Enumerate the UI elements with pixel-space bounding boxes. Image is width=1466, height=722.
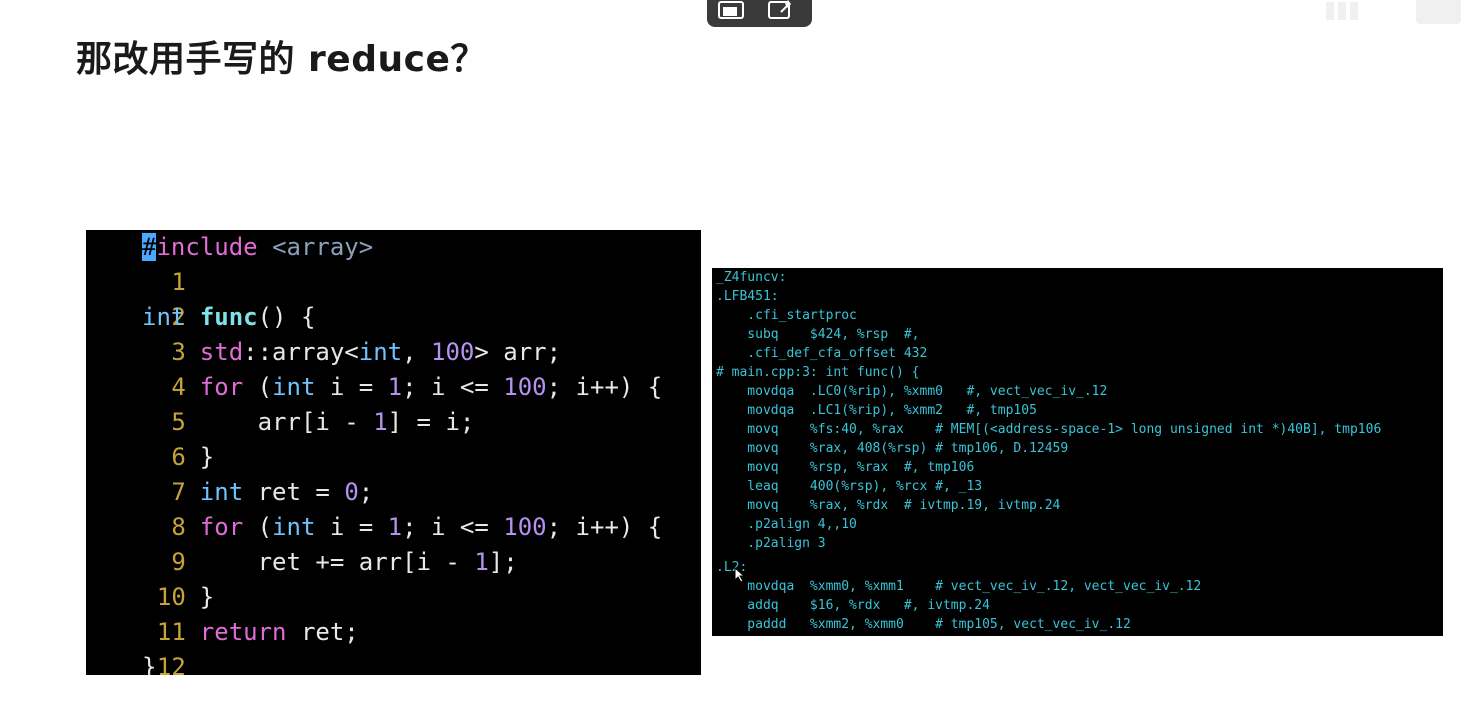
asm-line: addq $16, %rdx #, ivtmp.24 <box>716 598 990 613</box>
code-line: 1 #include <array> <box>86 230 373 296</box>
code-line: 11 } <box>86 580 214 646</box>
code-text: #include <array> <box>142 233 374 261</box>
asm-line: .cfi_startproc <box>716 308 857 323</box>
watermark-logo <box>1266 0 1466 26</box>
code-line: 7 } <box>86 440 214 506</box>
asm-line: movdqa .LC0(%rip), %xmm0 #, vect_vec_iv_… <box>716 384 1108 399</box>
code-line: 5 for (int i = 1; i <= 100; i++) { <box>86 370 662 436</box>
asm-line: movdqa %xmm0, %xmm1 # vect_vec_iv_.12, v… <box>716 579 1202 594</box>
assembly-panel: _Z4funcv: .LFB451: .cfi_startproc subq $… <box>712 268 1443 636</box>
code-text: return ret; <box>199 618 359 646</box>
asm-line: .p2align 3 <box>716 536 826 551</box>
code-line: 2 <box>86 265 185 331</box>
asm-line: movdqa .LC1(%rip), %xmm2 #, tmp105 <box>716 403 1037 418</box>
asm-line: movq %rax, 408(%rsp) # tmp106, D.12459 <box>716 441 1069 456</box>
code-text: for (int i = 1; i <= 100; i++) { <box>199 373 663 401</box>
window-icon[interactable] <box>717 0 745 20</box>
asm-line: # main.cpp:3: int func() { <box>716 365 920 380</box>
slide-title: 那改用手写的 reduce？ <box>76 39 487 80</box>
asm-line: movq %rsp, %rax #, tmp106 <box>716 460 975 475</box>
asm-line: movq %rax, %rdx # ivtmp.19, ivtmp.24 <box>716 498 1061 513</box>
mouse-cursor-icon <box>734 566 746 587</box>
code-line: 12 return ret; <box>86 615 359 675</box>
code-line: 8 int ret = 0; <box>86 475 373 541</box>
asm-line: _Z4funcv: <box>716 270 787 285</box>
source-code-panel: 1 #include <array> 2 3 int func() { 4 st… <box>86 230 701 675</box>
asm-line: .cfi_def_cfa_offset 432 <box>716 346 928 361</box>
code-line: 10 ret += arr[i - 1]; <box>86 545 518 611</box>
code-line: 4 std::array<int, 100> arr; <box>86 335 561 401</box>
code-text: arr[i - 1] = i; <box>142 408 475 436</box>
code-text: for (int i = 1; i <= 100; i++) { <box>199 513 663 541</box>
code-text: ret += arr[i - 1]; <box>142 548 518 576</box>
code-line: 9 for (int i = 1; i <= 100; i++) { <box>86 510 662 576</box>
code-text: } <box>142 583 215 611</box>
code-line: 13 } <box>86 650 186 675</box>
code-text: std::array<int, 100> arr; <box>199 338 562 366</box>
asm-line: .LFB451: <box>716 289 779 304</box>
asm-line: subq $424, %rsp #, <box>716 327 920 342</box>
code-text: int func() { <box>142 303 316 331</box>
asm-line: paddd %xmm2, %xmm0 # tmp105, vect_vec_iv… <box>716 617 1131 632</box>
code-text: } <box>142 443 215 471</box>
screen-toolbar <box>707 0 812 27</box>
code-line: 3 int func() { <box>86 300 315 366</box>
asm-line: movq %fs:40, %rax # MEM[(<address-space-… <box>716 422 1382 437</box>
asm-line: .p2align 4,,10 <box>716 517 857 532</box>
code-text: int ret = 0; <box>199 478 374 506</box>
code-line: 6 arr[i - 1] = i; <box>86 405 474 471</box>
edit-sparkle-icon[interactable] <box>767 0 795 20</box>
code-text: } <box>142 653 157 675</box>
asm-line: leaq 400(%rsp), %rcx #, _13 <box>716 479 983 494</box>
